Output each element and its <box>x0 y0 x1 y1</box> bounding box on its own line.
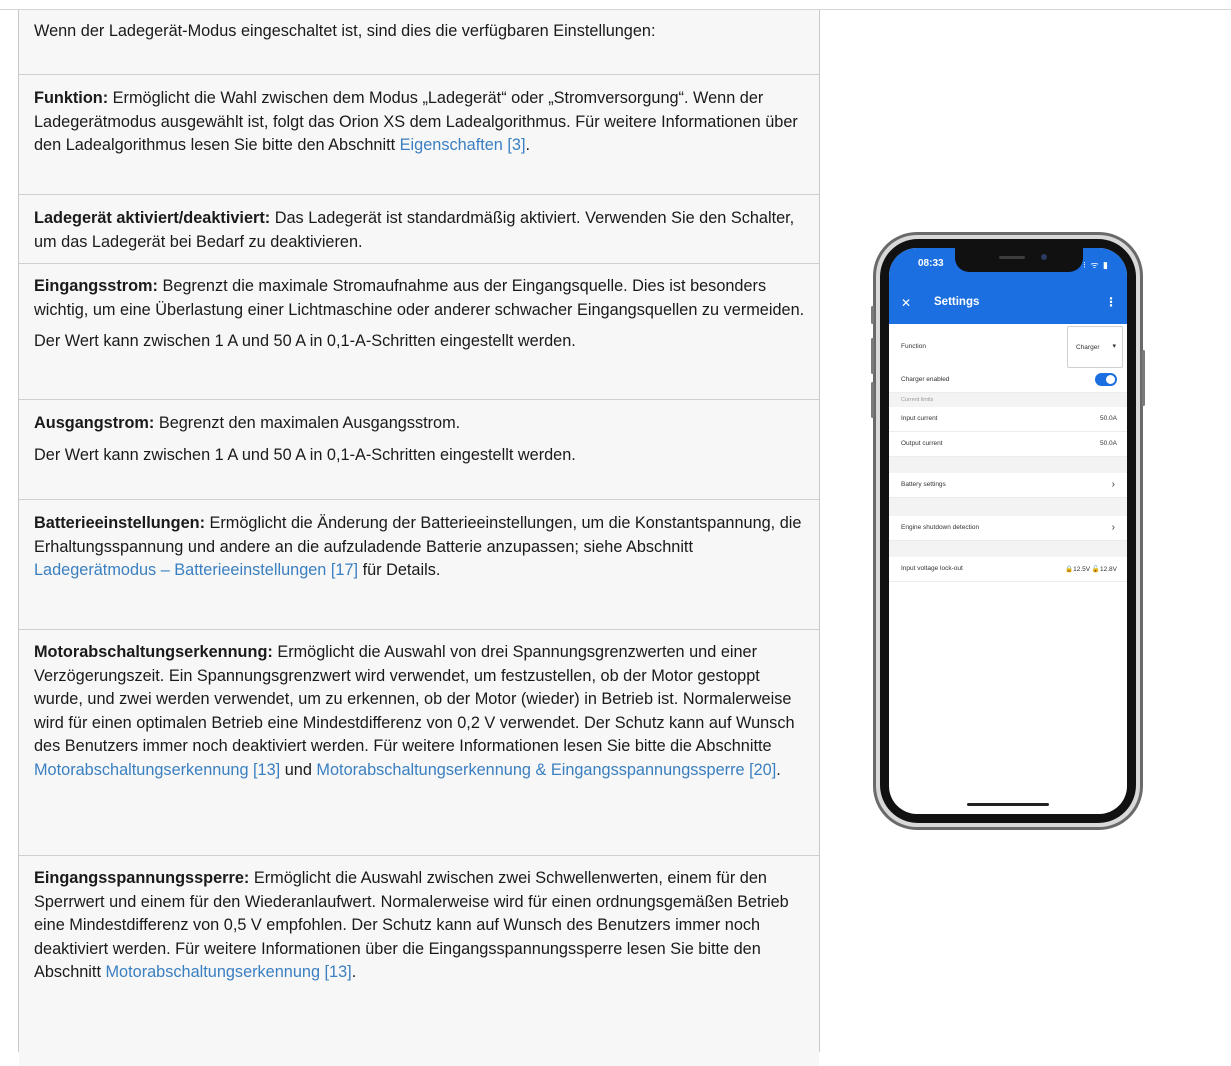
input-current-label: Input current <box>901 415 938 422</box>
input-current-row[interactable]: Input current 50.0A <box>889 407 1127 432</box>
table-row: Batterieeinstellungen: Ermöglicht die Än… <box>19 500 819 630</box>
input-current-value: 50.0A <box>1100 415 1117 422</box>
toggle-knob <box>1106 375 1115 384</box>
punctuation: . <box>776 760 781 779</box>
cross-reference-link[interactable]: Eigenschaften [3] <box>400 136 526 154</box>
table-row: Funktion: Ermöglicht die Wahl zwischen d… <box>19 75 819 195</box>
section-gap <box>889 541 1127 557</box>
range-note: Der Wert kann zwischen 1 A und 50 A in 0… <box>34 332 576 350</box>
phone-mockup: 08:33 ⁝ ᯤ ▮ ✕ Settings ⋮ Function Charge… <box>871 232 1145 830</box>
table-row: Eingangsstrom: Begrenzt die maximale Str… <box>19 264 819 400</box>
term-label: Eingangsstrom: <box>34 277 158 295</box>
more-options-icon[interactable]: ⋮ <box>1105 295 1117 309</box>
term-label: Ladegerät aktiviert/deaktiviert: <box>34 209 271 227</box>
table-row: Ausgangstrom: Begrenzt den maximalen Aus… <box>19 400 819 500</box>
table-row: Ladegerät aktiviert/deaktiviert: Das Lad… <box>19 195 819 264</box>
app-bar: ✕ Settings ⋮ <box>889 284 1127 324</box>
table-row: Motorabschaltungserkennung: Ermöglicht d… <box>19 630 819 856</box>
chevron-right-icon: › <box>1111 522 1115 533</box>
status-time: 08:33 <box>918 258 944 269</box>
table-row: Eingangsspannungssperre: Ermöglicht die … <box>19 856 819 1066</box>
range-note: Der Wert kann zwischen 1 A und 50 A in 0… <box>34 445 576 464</box>
battery-settings-row[interactable]: Battery settings › <box>889 473 1127 498</box>
term-label: Ausgangstrom: <box>34 414 155 432</box>
home-indicator[interactable] <box>967 803 1049 806</box>
cross-reference-link[interactable]: Motorabschaltungserkennung [13] <box>106 963 352 981</box>
punctuation: . <box>351 963 357 981</box>
section-gap <box>889 498 1127 516</box>
intro-text: Wenn der Ladegerät-Modus eingeschaltet i… <box>34 22 656 40</box>
function-select-value: Charger <box>1076 344 1100 351</box>
row-paragraph: Motorabschaltungserkennung: Ermöglicht d… <box>34 641 805 782</box>
term-label: Motorabschaltungserkennung: <box>34 643 273 661</box>
settings-table: Wenn der Ladegerät-Modus eingeschaltet i… <box>18 10 820 1066</box>
row-paragraph: Ladegerät aktiviert/deaktiviert: Das Lad… <box>34 207 805 254</box>
engine-shutdown-label: Engine shutdown detection <box>901 524 980 531</box>
phone-power-button <box>1142 350 1145 406</box>
phone-notch <box>955 248 1083 272</box>
conjunction: und <box>280 760 317 779</box>
section-gap <box>889 457 1127 473</box>
camera-dot <box>1041 254 1047 260</box>
table-row: Wenn der Ladegerät-Modus eingeschaltet i… <box>19 10 819 75</box>
close-icon[interactable]: ✕ <box>901 296 911 310</box>
cross-reference-link[interactable]: Ladegerätmodus – Batterieeinstellungen [… <box>34 561 358 579</box>
charger-enabled-row: Charger enabled <box>889 368 1127 393</box>
chevron-right-icon: › <box>1111 479 1115 490</box>
battery-settings-label: Battery settings <box>901 481 946 488</box>
row-paragraph: Funktion: Ermöglicht die Wahl zwischen d… <box>34 87 805 158</box>
row-paragraph: Batterieeinstellungen: Ermöglicht die Än… <box>34 512 805 583</box>
output-current-value: 50.0A <box>1100 440 1117 447</box>
charger-enabled-toggle[interactable] <box>1095 373 1117 386</box>
phone-volume-down <box>871 382 874 418</box>
input-lockout-value: 🔒12.5V 🔓12.8V <box>1065 566 1117 573</box>
description: Begrenzt den maximalen Ausgangsstrom. <box>154 414 461 432</box>
trailing-text: für Details. <box>358 561 441 579</box>
term-label: Batterieeinstellungen: <box>34 514 205 532</box>
speaker-grille <box>999 256 1025 259</box>
section-current-limits: Current limits <box>901 397 934 403</box>
input-lockout-row[interactable]: Input voltage lock-out 🔒12.5V 🔓12.8V <box>889 557 1127 582</box>
row-paragraph: Eingangsspannungssperre: Ermöglicht die … <box>34 867 805 985</box>
phone-screen: 08:33 ⁝ ᯤ ▮ ✕ Settings ⋮ Function Charge… <box>889 248 1127 814</box>
row-paragraph: Eingangsstrom: Begrenzt die maximale Str… <box>34 275 805 322</box>
phone-mute-switch <box>871 306 874 324</box>
function-label: Function <box>901 343 926 350</box>
dropdown-caret-icon: ▾ <box>1112 343 1116 350</box>
punctuation: . <box>525 136 531 154</box>
engine-shutdown-row[interactable]: Engine shutdown detection › <box>889 516 1127 541</box>
app-bar-title: Settings <box>934 296 980 308</box>
signal-wifi-battery-icon: ⁝ ᯤ ▮ <box>1082 260 1109 270</box>
cross-reference-link[interactable]: Motorabschaltungserkennung & Eingangsspa… <box>316 761 776 779</box>
phone-volume-up <box>871 338 874 374</box>
input-lockout-label: Input voltage lock-out <box>901 565 963 572</box>
cross-reference-link[interactable]: Motorabschaltungserkennung [13] <box>34 761 280 779</box>
row-paragraph: Ausgangstrom: Begrenzt den maximalen Aus… <box>34 412 805 436</box>
output-current-row[interactable]: Output current 50.0A <box>889 432 1127 457</box>
term-label: Funktion: <box>34 89 109 107</box>
output-current-label: Output current <box>901 440 943 447</box>
function-select[interactable]: Charger ▾ <box>1067 326 1123 368</box>
term-label: Eingangsspannungssperre: <box>34 869 250 887</box>
charger-enabled-label: Charger enabled <box>901 376 950 383</box>
